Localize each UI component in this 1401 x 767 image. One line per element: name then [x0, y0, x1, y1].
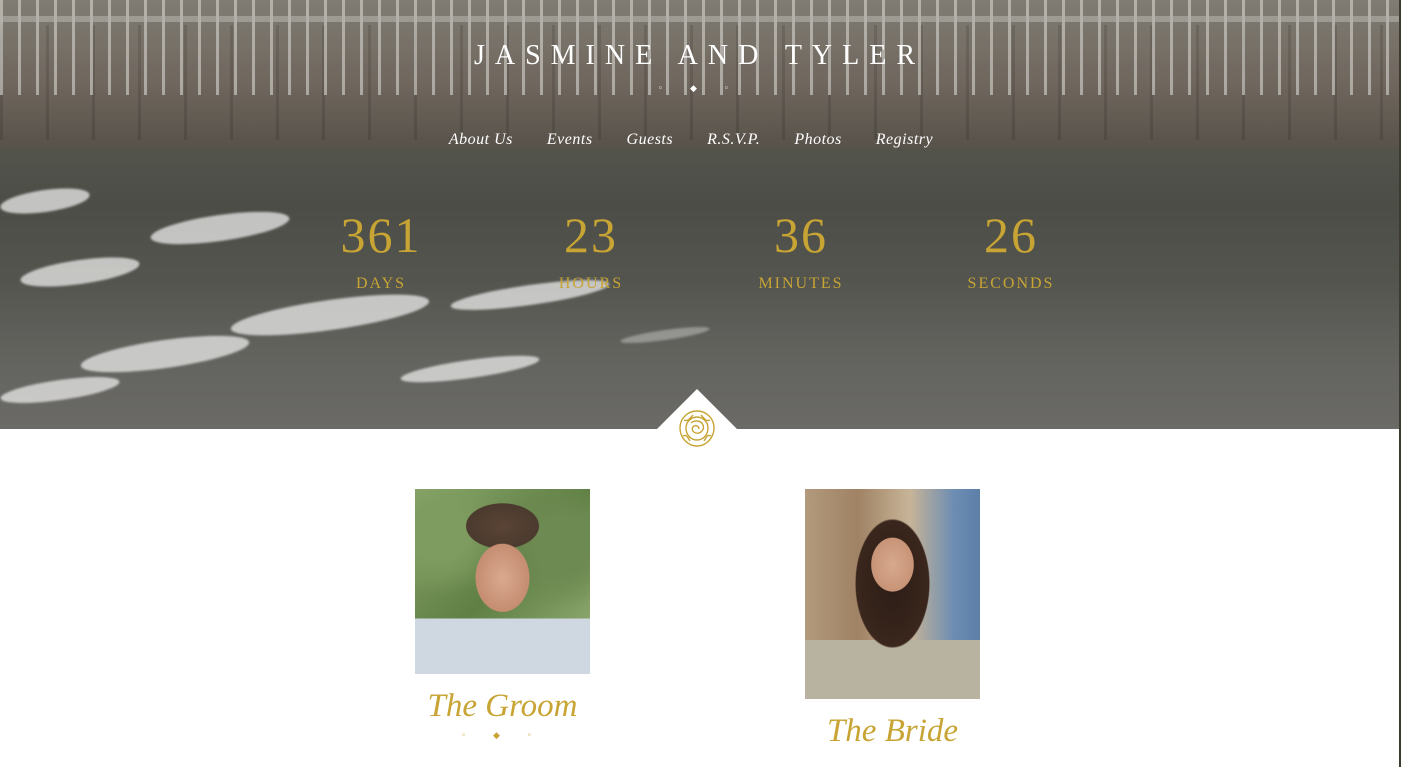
countdown-seconds-value: 26 — [984, 207, 1038, 263]
countdown-hours-value: 23 — [564, 207, 618, 263]
groom-ornament: ◦ ◆ ◦ — [460, 731, 545, 741]
nav-registry[interactable]: Registry — [876, 131, 933, 149]
countdown-seconds: 26 SECONDS — [906, 205, 1116, 293]
countdown-minutes: 36 MINUTES — [696, 205, 906, 293]
title-ornament: ◦ ◆ ◦ — [657, 84, 742, 94]
site-title[interactable]: JASMINE AND TYLER — [0, 40, 1399, 72]
countdown-minutes-label: MINUTES — [758, 275, 844, 292]
countdown-days-value: 361 — [340, 207, 422, 263]
countdown-hours: 23 HOURS — [486, 205, 696, 293]
countdown-days-label: DAYS — [355, 275, 407, 292]
countdown: 361 DAYS 23 HOURS 36 MINUTES 26 SECONDS — [276, 205, 1116, 293]
bride-card: The Bride — [805, 489, 980, 750]
main-nav: About Us Events Guests R.S.V.P. Photos R… — [0, 131, 1399, 149]
countdown-hours-label: HOURS — [558, 275, 624, 292]
nav-about-us[interactable]: About Us — [449, 131, 513, 149]
groom-photo — [415, 489, 590, 674]
hero-banner: JASMINE AND TYLER ◦ ◆ ◦ About Us Events … — [0, 0, 1399, 429]
countdown-minutes-value: 36 — [774, 207, 828, 263]
nav-photos[interactable]: Photos — [794, 131, 841, 149]
countdown-days: 361 DAYS — [276, 205, 486, 293]
nav-events[interactable]: Events — [547, 131, 593, 149]
bride-title: The Bride — [826, 713, 959, 749]
nav-rsvp[interactable]: R.S.V.P. — [707, 131, 760, 149]
nav-guests[interactable]: Guests — [627, 131, 674, 149]
rose-icon — [679, 410, 715, 447]
countdown-seconds-label: SECONDS — [967, 275, 1055, 292]
groom-card: The Groom ◦ ◆ ◦ — [415, 489, 590, 741]
groom-title: The Groom — [427, 688, 578, 724]
bride-photo — [805, 489, 980, 699]
